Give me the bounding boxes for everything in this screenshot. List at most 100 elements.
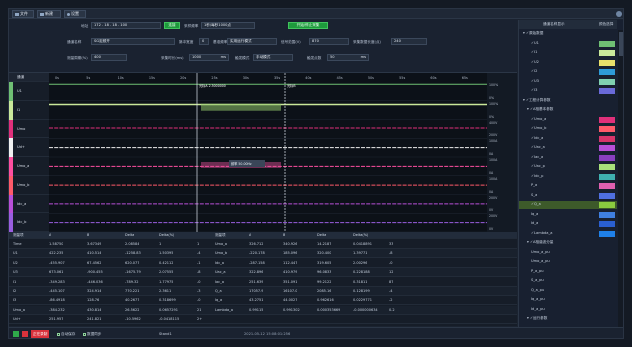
panel-scrollbar[interactable] xyxy=(618,30,623,327)
table-row[interactable]: I3 -86.4918 128.76 40.2677 0.318699 -0 Iq_a 43.… xyxy=(9,296,517,306)
play-icon[interactable] xyxy=(13,331,19,337)
color-swatch[interactable] xyxy=(599,69,615,75)
table-row[interactable]: Umo_a -384.232 430.814 26.5622 0.0657291 21 La… xyxy=(9,305,517,315)
tree-item[interactable]: ▾ ✓工程计算参数 xyxy=(519,97,617,105)
channel-row-6[interactable]: Umo_b xyxy=(9,175,49,195)
column-header[interactable]: Delta(%) xyxy=(353,232,368,239)
tree-item[interactable]: ✓Lambda_a xyxy=(519,230,617,238)
color-swatch[interactable] xyxy=(599,88,615,94)
column-header[interactable]: 测量项 xyxy=(215,232,226,239)
column-header[interactable]: B xyxy=(283,232,285,239)
channel-row-5[interactable]: Umo_a xyxy=(9,157,49,176)
tree-item[interactable]: S_a_pu xyxy=(519,277,617,285)
signal-range-field[interactable]: 870 xyxy=(309,38,349,45)
tree-item[interactable]: ✓I1 xyxy=(519,49,617,57)
sampling-frequency-select[interactable]: 1秒/每秒1000点 xyxy=(201,22,255,29)
tree-item[interactable]: Umo_a_pu xyxy=(519,249,617,257)
tree-item[interactable]: ✓U2 xyxy=(519,59,617,67)
tree-item[interactable]: ✓Uac_a xyxy=(519,144,617,152)
color-swatch[interactable] xyxy=(599,116,615,123)
data-sync-checkbox[interactable]: 数据同步 xyxy=(83,331,101,337)
table-row[interactable]: Time 1.58750 3.67349 2.08584 1 1 Umo_a 326.712 3… xyxy=(9,240,517,249)
table-row[interactable]: Ud+ 251.957 241.821 -10.5962 -0.0418115 2+ xyxy=(9,315,517,325)
tree-item[interactable]: ✓I3 xyxy=(519,87,617,95)
tree-item[interactable]: ▾ ✓A相基本参数 xyxy=(519,106,617,114)
channel-row-2[interactable]: I1 xyxy=(9,100,49,120)
channel-select[interactable]: SG定频开 xyxy=(91,38,175,45)
channel-row-8[interactable]: Idc_b xyxy=(9,213,49,232)
color-swatch[interactable] xyxy=(599,183,615,189)
record-badge[interactable]: 正在录制 xyxy=(31,330,50,338)
column-header[interactable]: Delta(%) xyxy=(159,232,174,239)
pulse-width-field[interactable]: 0 xyxy=(199,38,209,45)
plot-area[interactable]: 0s 5s 10s 15s 20s 25s 30s 35s 40s 45s 50s 55s 60s 65s… xyxy=(49,73,487,233)
tree-item[interactable]: ✓U1 xyxy=(519,40,617,48)
color-swatch[interactable] xyxy=(599,221,615,227)
column-header[interactable]: 测量项 xyxy=(13,232,24,239)
run-mode-select[interactable]: 实用运行模式 xyxy=(227,38,277,45)
tree-item[interactable]: ✓Idc_a xyxy=(519,135,617,143)
table-row[interactable]: U3 673.061 -900.455 -1675.79 2.07555 -8 Uac_a 3… xyxy=(9,268,517,278)
column-header[interactable]: B xyxy=(87,232,89,239)
tree-item[interactable]: Iq_a xyxy=(519,211,617,219)
connect-button[interactable]: 连接 xyxy=(164,22,180,29)
ip-address-field[interactable]: 172 . 18 . 18 . 100 xyxy=(91,22,161,29)
tree-item[interactable]: ✓Q_a xyxy=(519,201,617,209)
settings-button[interactable]: 设置 xyxy=(64,10,86,18)
channel-row-4[interactable]: Ud+ xyxy=(9,138,49,157)
tree-item[interactable]: ✓Umo_a xyxy=(519,116,617,124)
table-row[interactable]: U2 -455.907 67.4562 620.077 0.42112 -1 Idc_a -2… xyxy=(9,259,517,268)
channel-row-1[interactable]: U1 xyxy=(9,82,49,101)
color-swatch[interactable] xyxy=(599,164,615,170)
trigger-count-field[interactable]: 50 ms xyxy=(327,54,369,61)
column-header[interactable]: Delta xyxy=(125,232,134,239)
column-header[interactable]: A xyxy=(249,232,251,239)
color-swatch[interactable] xyxy=(599,135,615,142)
scrollbar-thumb[interactable] xyxy=(619,32,623,56)
tree-item[interactable]: ✓U3 xyxy=(519,78,617,86)
table-row[interactable]: I1 -349.283 -446.036 -789.32 1.77975 -0 Iac_a 2… xyxy=(9,278,517,287)
trigger-mode-select[interactable]: 手动模式 xyxy=(253,54,293,61)
channel-row-7[interactable]: Idc_a xyxy=(9,194,49,214)
color-swatch[interactable] xyxy=(599,59,615,66)
color-swatch[interactable] xyxy=(599,202,615,208)
tree-item[interactable]: ▾ ✓原始数据 xyxy=(519,30,617,38)
data-length-field[interactable]: 240 xyxy=(391,38,427,45)
tree-item[interactable]: ▾ ✓A相谐波分量 xyxy=(519,239,617,247)
tree-item[interactable]: ✓Iac_a xyxy=(519,154,617,162)
tree-item[interactable]: ✓I2 xyxy=(519,68,617,76)
tree-item[interactable]: ✓Uac_p xyxy=(519,163,617,171)
color-swatch[interactable] xyxy=(599,78,615,85)
tree-item[interactable]: ✓Idc_p xyxy=(519,173,617,181)
stop-icon[interactable] xyxy=(22,331,28,337)
column-header[interactable]: Delta xyxy=(317,232,326,239)
tree-item[interactable]: ▾ ✓运行参数 xyxy=(519,315,617,323)
tree-item[interactable]: Id_a_pu xyxy=(519,306,617,314)
table-row[interactable]: U1 422.235 410.514 -1258.83 1.50395 -4 Umo_b -2… xyxy=(9,249,517,259)
color-swatch[interactable] xyxy=(599,40,615,47)
period-field[interactable]: 400 xyxy=(91,54,127,61)
duration-field[interactable]: 1000 ms xyxy=(189,54,229,61)
auto-save-checkbox[interactable]: 自动保存 xyxy=(57,331,75,337)
color-swatch[interactable] xyxy=(599,50,615,56)
color-swatch[interactable] xyxy=(599,145,615,151)
color-swatch[interactable] xyxy=(599,154,615,161)
tree-item[interactable]: S_a xyxy=(519,192,617,200)
start-stop-button[interactable]: 开始/停止采集 xyxy=(288,22,328,29)
color-swatch[interactable] xyxy=(599,173,615,180)
color-swatch[interactable] xyxy=(599,230,615,237)
new-window-button[interactable]: 新建 xyxy=(37,10,61,18)
color-swatch[interactable] xyxy=(599,192,615,199)
gear-icon[interactable] xyxy=(616,11,622,17)
tree-item[interactable]: Iq_a_pu xyxy=(519,296,617,304)
tree-item[interactable]: Umo_a_pu xyxy=(519,258,617,266)
channel-row-3[interactable]: Umo xyxy=(9,119,49,139)
column-header[interactable]: A xyxy=(49,232,51,239)
tree-item[interactable]: Q_a_pu xyxy=(519,287,617,295)
tree-item[interactable]: ✓Umo_b xyxy=(519,125,617,133)
table-row[interactable]: I2 -445.107 324.914 770.221 2.3611 -3 Q_a 17057… xyxy=(9,287,517,296)
tree-item[interactable]: Id_a xyxy=(519,220,617,228)
color-swatch[interactable] xyxy=(599,211,615,218)
tree-item[interactable]: P_a_pu xyxy=(519,268,617,276)
color-swatch[interactable] xyxy=(599,126,615,132)
